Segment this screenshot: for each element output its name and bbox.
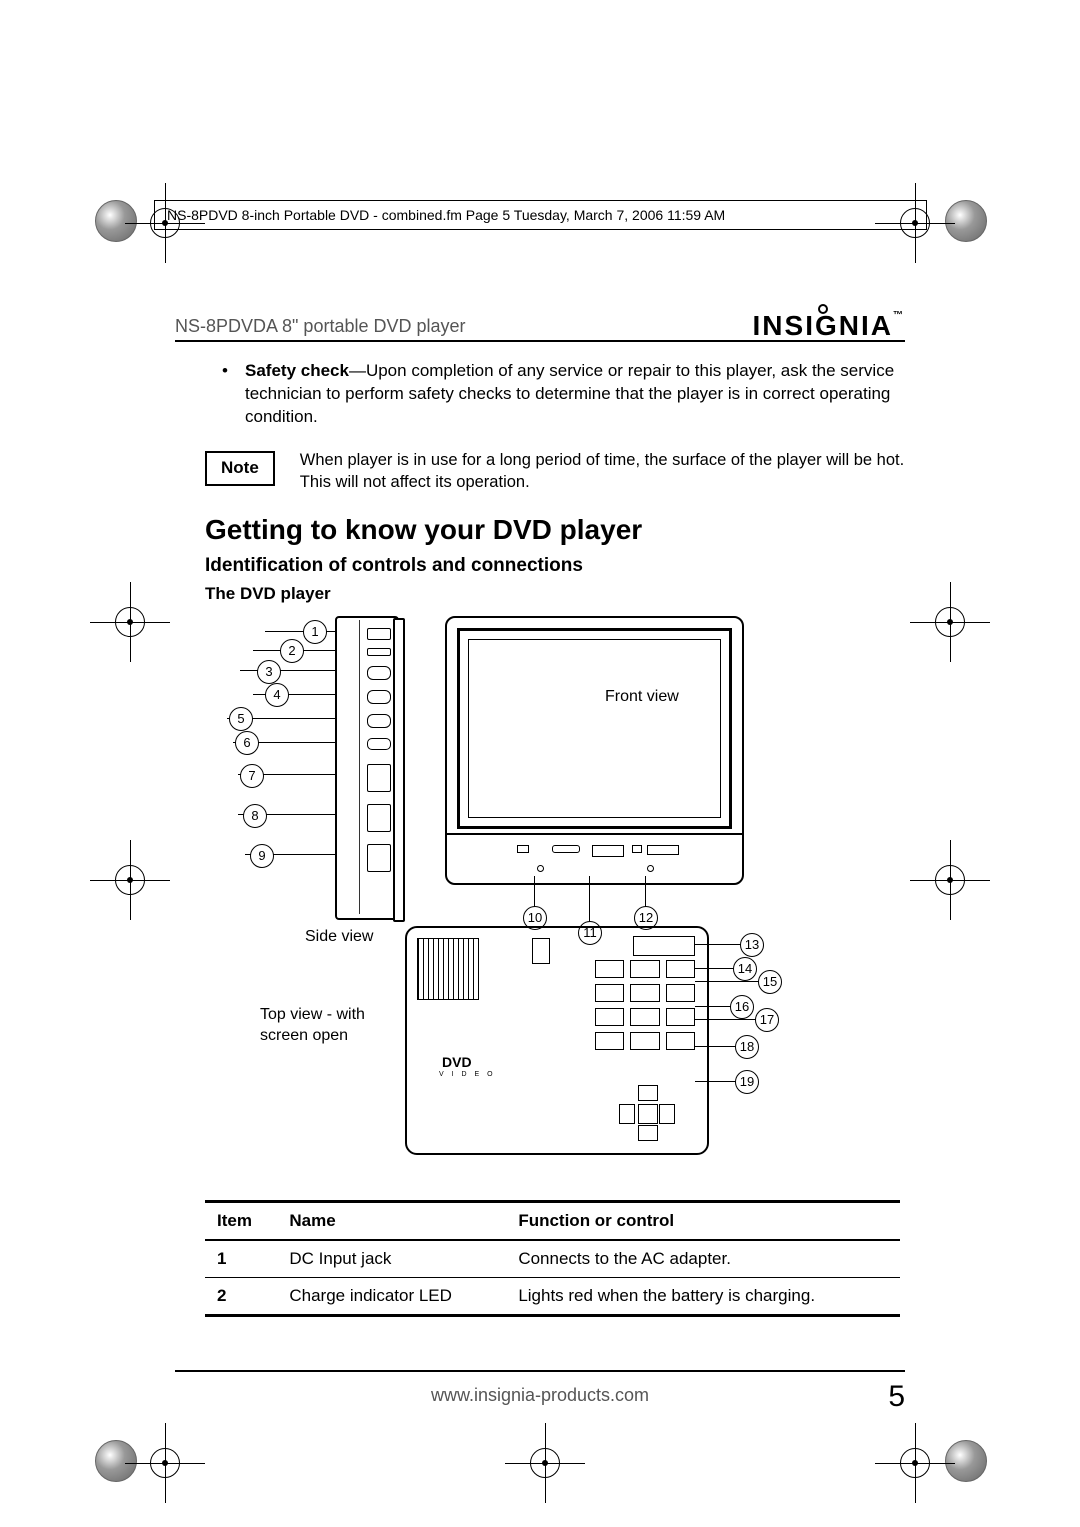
safety-check-paragraph: Safety check—Upon completion of any serv… — [245, 360, 905, 429]
printer-target — [935, 865, 965, 895]
top-view-label: Top view - with screen open — [260, 1004, 390, 1047]
front-view-body — [445, 616, 744, 885]
imprint-box: NS-8PDVD 8-inch Portable DVD - combined.… — [154, 200, 927, 230]
brand-tm: ™ — [893, 310, 905, 321]
callout-7: 7 — [240, 764, 264, 788]
callout-5: 5 — [229, 707, 253, 731]
callout-9: 9 — [250, 844, 274, 868]
note-text: When player is in use for a long period … — [300, 449, 905, 494]
printer-mark — [95, 200, 137, 242]
callout-14: 14 — [733, 957, 757, 981]
callout-15: 15 — [758, 970, 782, 994]
callout-16: 16 — [730, 995, 754, 1019]
cell-func: Connects to the AC adapter. — [506, 1240, 900, 1278]
table-row: 2 Charge indicator LED Lights red when t… — [205, 1278, 900, 1316]
note-label: Note — [205, 451, 275, 486]
cell-name: DC Input jack — [277, 1240, 506, 1278]
side-view-label: Side view — [305, 926, 373, 948]
callout-13: 13 — [740, 933, 764, 957]
bullet-icon: • — [205, 360, 245, 429]
callout-3: 3 — [257, 660, 281, 684]
parts-table: Item Name Function or control 1 DC Input… — [205, 1200, 900, 1317]
printer-target — [150, 1448, 180, 1478]
printer-target — [115, 865, 145, 895]
callout-18: 18 — [735, 1035, 759, 1059]
safety-check-label: Safety check — [245, 361, 349, 380]
callout-4: 4 — [265, 683, 289, 707]
printer-target — [900, 1448, 930, 1478]
cell-item: 1 — [205, 1240, 277, 1278]
callout-19: 19 — [735, 1070, 759, 1094]
printer-target — [115, 607, 145, 637]
th-item: Item — [205, 1202, 277, 1241]
side-view-body — [335, 616, 399, 920]
top-view-body: DVD V I D E O — [405, 926, 709, 1155]
table-row: 1 DC Input jack Connects to the AC adapt… — [205, 1240, 900, 1278]
printer-target — [935, 607, 965, 637]
callout-2: 2 — [280, 639, 304, 663]
product-header: NS-8PDVDA 8" portable DVD player — [175, 316, 466, 337]
th-func: Function or control — [506, 1202, 900, 1241]
front-view-label: Front view — [605, 686, 679, 708]
cell-name: Charge indicator LED — [277, 1278, 506, 1316]
diagram-area: 1 2 3 4 5 6 7 8 9 Side view Front view 1… — [205, 616, 905, 1176]
cell-func: Lights red when the battery is charging. — [506, 1278, 900, 1316]
cell-item: 2 — [205, 1278, 277, 1316]
callout-1: 1 — [303, 620, 327, 644]
printer-target — [530, 1448, 560, 1478]
callout-17: 17 — [755, 1008, 779, 1032]
brand-logo: INSIGNIA™ — [753, 310, 905, 342]
th-name: Name — [277, 1202, 506, 1241]
footer-url: www.insignia-products.com — [0, 1385, 1080, 1406]
imprint-text: NS-8PDVD 8-inch Portable DVD - combined.… — [167, 207, 725, 223]
subsection-heading: Identification of controls and connectio… — [205, 553, 905, 579]
minor-heading: The DVD player — [205, 583, 905, 606]
printer-mark — [945, 1440, 987, 1482]
printer-mark — [95, 1440, 137, 1482]
footer-divider — [175, 1370, 905, 1372]
dvd-logo-sub: V I D E O — [439, 1070, 496, 1079]
callout-8: 8 — [243, 804, 267, 828]
callout-6: 6 — [235, 731, 259, 755]
page-number: 5 — [888, 1380, 905, 1414]
section-heading: Getting to know your DVD player — [205, 511, 905, 549]
printer-mark — [945, 200, 987, 242]
header-divider — [175, 340, 905, 342]
